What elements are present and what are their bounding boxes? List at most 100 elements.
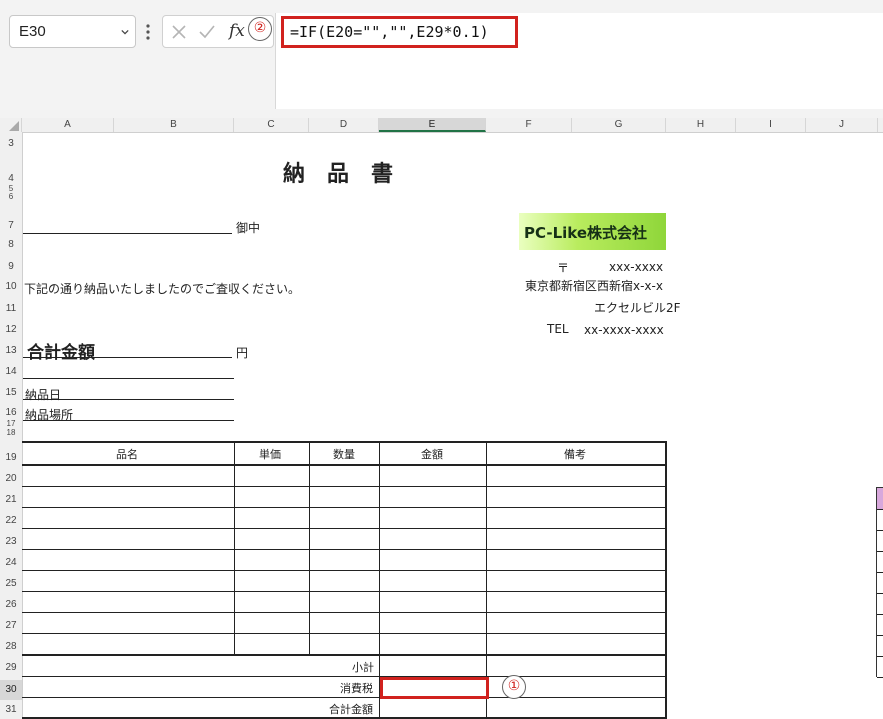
- row-header[interactable]: 7: [0, 220, 22, 231]
- row-header[interactable]: 14: [0, 366, 22, 377]
- company-logo: PC-Like株式会社: [519, 213, 666, 250]
- row-header[interactable]: 18: [0, 428, 22, 437]
- callout-badge-1: ①: [502, 675, 526, 699]
- delivery-date-label: 納品日: [25, 388, 62, 402]
- header-bottom-border: [22, 464, 667, 466]
- blank-line-14: [23, 378, 234, 379]
- row-header[interactable]: 29: [0, 662, 22, 673]
- subtotal-label: 小計: [352, 661, 374, 674]
- row-line: [22, 549, 667, 550]
- row-header[interactable]: 31: [0, 704, 22, 715]
- row-header[interactable]: 3: [0, 138, 22, 149]
- header-item-name: 品名: [116, 448, 138, 461]
- document-title: 納 品 書: [283, 162, 394, 187]
- row-line: [22, 697, 667, 698]
- honorific-label: 御中: [236, 221, 261, 235]
- row-line: [22, 676, 667, 677]
- address-line-2: エクセルビル2F: [594, 301, 681, 315]
- header-unit-price: 単価: [259, 448, 281, 461]
- side-table-header: [877, 488, 883, 509]
- enter-check-icon[interactable]: [198, 24, 216, 40]
- yen-label: 円: [236, 346, 249, 360]
- row-header-selected[interactable]: 30: [0, 680, 22, 700]
- postal-mark: 〒: [557, 261, 570, 275]
- selected-cell-e30[interactable]: [380, 677, 489, 699]
- row-header[interactable]: 23: [0, 536, 22, 547]
- formula-highlight: =IF(E20="","",E29*0.1): [281, 16, 518, 48]
- row-line: [22, 528, 667, 529]
- row-line: [22, 633, 667, 634]
- table-top-border: [22, 441, 667, 443]
- row-header[interactable]: 4: [0, 173, 22, 184]
- postal-code: xxx-xxxx: [609, 260, 664, 274]
- side-row-line: [877, 635, 883, 636]
- row-header[interactable]: 10: [0, 281, 22, 292]
- row-header[interactable]: 16: [0, 407, 22, 418]
- delivery-date-line: [23, 399, 234, 400]
- row-line: [22, 486, 667, 487]
- row-header[interactable]: 19: [0, 452, 22, 463]
- column-header-j[interactable]: J: [806, 118, 878, 132]
- row-header[interactable]: 26: [0, 599, 22, 610]
- side-row-line: [877, 677, 883, 678]
- side-row-line: [877, 656, 883, 657]
- column-header-g[interactable]: G: [572, 118, 666, 132]
- recipient-line: [23, 233, 232, 234]
- column-header-e[interactable]: E: [379, 118, 486, 132]
- column-header-a[interactable]: A: [22, 118, 114, 132]
- row-line: [22, 612, 667, 613]
- row-line: [22, 570, 667, 571]
- col-line: [309, 441, 310, 655]
- row-header[interactable]: 9: [0, 261, 22, 272]
- column-header-c[interactable]: C: [234, 118, 309, 132]
- tel-label: TEL: [547, 322, 569, 336]
- row-header[interactable]: 12: [0, 324, 22, 335]
- row-header[interactable]: 13: [0, 345, 22, 356]
- row-header[interactable]: 24: [0, 557, 22, 568]
- tax-label: 消費税: [340, 682, 373, 695]
- row-header[interactable]: 11: [0, 303, 22, 314]
- name-box-value: E30: [19, 23, 46, 40]
- company-logo-text: PC-Like株式会社: [524, 224, 648, 242]
- row-header[interactable]: 20: [0, 473, 22, 484]
- side-row-line: [877, 614, 883, 615]
- row-header[interactable]: 6: [0, 192, 22, 201]
- column-header-d[interactable]: D: [309, 118, 379, 132]
- more-options-icon[interactable]: [146, 23, 150, 41]
- row-header[interactable]: 15: [0, 387, 22, 398]
- row-header[interactable]: 27: [0, 620, 22, 631]
- row-header[interactable]: 8: [0, 239, 22, 250]
- column-headers: A B C D E F G H I J: [0, 118, 883, 133]
- grand-total-label: 合計金額: [329, 703, 373, 716]
- chevron-down-icon[interactable]: [121, 28, 129, 36]
- row-header[interactable]: 28: [0, 641, 22, 652]
- formula-text: =IF(E20="","",E29*0.1): [290, 23, 489, 41]
- row-header[interactable]: 21: [0, 494, 22, 505]
- row-header[interactable]: 22: [0, 515, 22, 526]
- delivery-place-line: [23, 420, 234, 421]
- col-line: [234, 441, 235, 655]
- select-all-corner[interactable]: [0, 118, 22, 132]
- tel-number: xx-xxxx-xxxx: [584, 323, 664, 337]
- row-header[interactable]: 25: [0, 578, 22, 589]
- partial-side-table: [876, 487, 883, 678]
- name-box[interactable]: E30: [9, 15, 136, 48]
- table-right-border: [665, 441, 667, 719]
- row-header[interactable]: 17: [0, 419, 22, 428]
- side-row-line: [877, 509, 883, 510]
- items-bottom-border: [22, 654, 667, 656]
- insert-function-icon[interactable]: fx: [229, 21, 245, 41]
- column-header-b[interactable]: B: [114, 118, 234, 132]
- side-row-line: [877, 551, 883, 552]
- side-row-line: [877, 593, 883, 594]
- row-line: [22, 591, 667, 592]
- side-row-line: [877, 572, 883, 573]
- column-header-f[interactable]: F: [486, 118, 572, 132]
- cancel-icon[interactable]: [171, 24, 187, 40]
- column-header-i[interactable]: I: [736, 118, 806, 132]
- corner-triangle-icon: [9, 121, 19, 131]
- address-line-1: 東京都新宿区西新宿x-x-x: [525, 279, 663, 293]
- header-quantity: 数量: [333, 448, 355, 461]
- total-amount-line: [23, 357, 232, 358]
- column-header-h[interactable]: H: [666, 118, 736, 132]
